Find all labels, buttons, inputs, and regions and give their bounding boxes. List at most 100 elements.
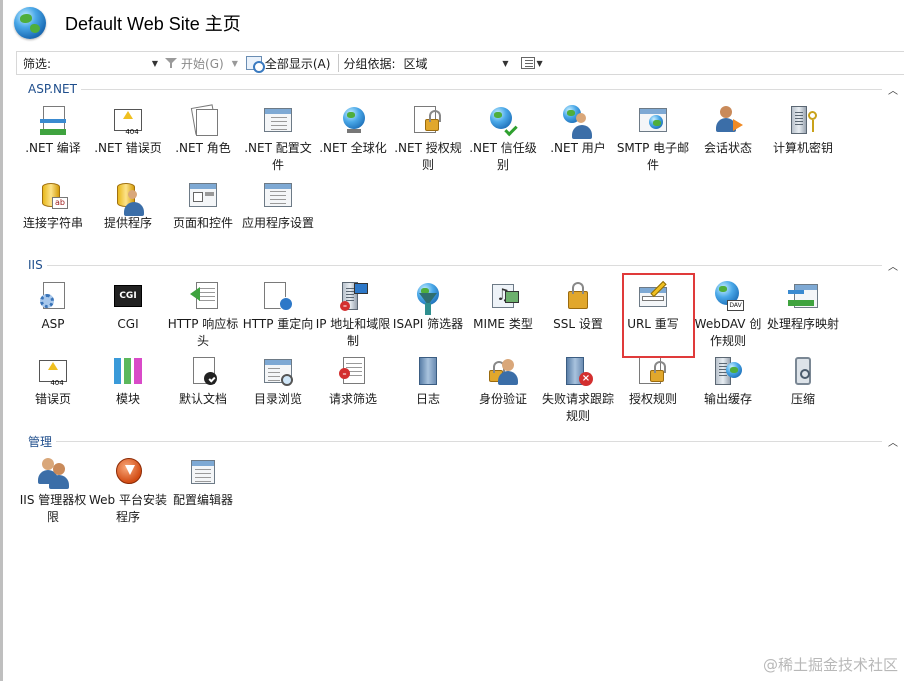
- feature-directory-browsing[interactable]: 目录浏览: [240, 354, 316, 408]
- feature-providers[interactable]: 提供程序: [90, 178, 166, 232]
- failed-request-tracing-icon: ×: [561, 354, 595, 388]
- globe-icon: [14, 7, 46, 39]
- group-by-select[interactable]: 区域 ▼: [401, 55, 513, 72]
- feature-net-authorization-rules[interactable]: .NET 授权规则: [390, 103, 466, 174]
- feature-label: 授权规则: [628, 392, 677, 406]
- feature-label: WebDAV 创作规则: [694, 317, 762, 348]
- section-header-iis[interactable]: IIS ︿: [28, 258, 898, 273]
- feature-failed-request-tracing[interactable]: × 失败请求跟踪规则: [540, 354, 616, 425]
- feature-cgi[interactable]: CGI CGI: [90, 279, 166, 333]
- section-divider: [56, 440, 882, 442]
- feature-mime-types[interactable]: MIME 类型: [465, 279, 541, 333]
- output-caching-icon: [711, 354, 745, 388]
- feature-net-profile[interactable]: .NET 配置文件: [240, 103, 316, 174]
- filter-input[interactable]: ▼: [51, 53, 161, 73]
- pages-controls-icon: [186, 178, 220, 212]
- feature-isapi-filters[interactable]: ISAPI 筛选器: [390, 279, 466, 333]
- feature-net-globalization[interactable]: .NET 全球化: [315, 103, 391, 157]
- feature-request-filtering[interactable]: – 请求筛选: [315, 354, 391, 408]
- feature-compression[interactable]: 压缩: [765, 354, 841, 408]
- feature-modules[interactable]: 模块: [90, 354, 166, 408]
- configuration-editor-icon: [186, 455, 220, 489]
- feature-label: Web 平台安装程序: [89, 493, 167, 524]
- session-state-icon: [711, 103, 745, 137]
- feature-logging[interactable]: 日志: [390, 354, 466, 408]
- show-all-button[interactable]: 全部显示(A): [242, 52, 335, 74]
- handler-mappings-icon: [786, 279, 820, 313]
- feature-iis-manager-permissions[interactable]: IIS 管理器权限: [15, 455, 91, 526]
- feature-app-settings[interactable]: 应用程序设置: [240, 178, 316, 232]
- net-roles-icon: [186, 103, 220, 137]
- feature-net-compile[interactable]: .NET 编译: [15, 103, 91, 157]
- funnel-icon: [165, 57, 178, 69]
- app-settings-icon: [261, 178, 295, 212]
- feature-label: .NET 全球化: [319, 141, 387, 155]
- collapse-icon[interactable]: ︿: [888, 82, 898, 97]
- feature-http-response-headers[interactable]: HTTP 响应标头: [165, 279, 241, 350]
- chevron-down-icon[interactable]: ▼: [152, 59, 158, 68]
- compression-icon: [786, 354, 820, 388]
- feature-label: CGI: [117, 317, 139, 331]
- feature-webdav-authoring[interactable]: DAV WebDAV 创作规则: [690, 279, 766, 350]
- collapse-icon[interactable]: ︿: [888, 434, 898, 449]
- feature-connection-strings[interactable]: ab 连接字符串: [15, 178, 91, 232]
- feature-label: 默认文档: [178, 392, 227, 406]
- start-filter-button[interactable]: 开始(G) ▼: [161, 52, 242, 74]
- feature-ip-domain-restrictions[interactable]: – IP 地址和域限制: [315, 279, 391, 350]
- iis-manager-permissions-icon: [36, 455, 70, 489]
- feature-label: .NET 配置文件: [244, 141, 312, 172]
- show-all-icon: [245, 56, 265, 73]
- feature-authorization-rules[interactable]: 授权规则: [615, 354, 691, 408]
- feature-web-platform-installer[interactable]: Web 平台安装程序: [89, 455, 167, 526]
- feature-machine-key[interactable]: 计算机密钥: [765, 103, 841, 157]
- feature-net-error-pages[interactable]: 404 .NET 错误页: [90, 103, 166, 157]
- feature-authentication[interactable]: 身份验证: [465, 354, 541, 408]
- feature-label: 身份验证: [478, 392, 527, 406]
- chevron-down-icon[interactable]: ▼: [502, 59, 508, 68]
- feature-label: .NET 错误页: [94, 141, 162, 155]
- feature-default-document[interactable]: 默认文档: [165, 354, 241, 408]
- ip-domain-restrictions-icon: –: [336, 279, 370, 313]
- default-document-icon: [186, 354, 220, 388]
- feature-handler-mappings[interactable]: 处理程序映射: [765, 279, 841, 333]
- authentication-icon: [486, 354, 520, 388]
- feature-asp[interactable]: ASP: [15, 279, 91, 333]
- view-dropdown-icon[interactable]: ▼: [537, 59, 543, 68]
- feature-label: 提供程序: [103, 216, 152, 230]
- section-header-aspnet[interactable]: ASP.NET ︿: [28, 82, 898, 97]
- feature-label: 处理程序映射: [766, 317, 839, 331]
- modules-icon: [111, 354, 145, 388]
- start-dropdown-icon[interactable]: ▼: [232, 59, 238, 68]
- logging-icon: [411, 354, 445, 388]
- http-response-headers-icon: [186, 279, 220, 313]
- feature-label: .NET 编译: [25, 141, 81, 155]
- feature-configuration-editor[interactable]: 配置编辑器: [165, 455, 241, 509]
- feature-ssl-settings[interactable]: SSL 设置: [540, 279, 616, 333]
- feature-label: 计算机密钥: [772, 141, 833, 155]
- feature-label: 请求筛选: [328, 392, 377, 406]
- feature-error-pages[interactable]: 404 错误页: [15, 354, 91, 408]
- feature-net-trust-levels[interactable]: .NET 信任级别: [465, 103, 541, 174]
- feature-session-state[interactable]: 会话状态: [690, 103, 766, 157]
- section-header-management[interactable]: 管理 ︿: [28, 434, 898, 449]
- feature-output-caching[interactable]: 输出缓存: [690, 354, 766, 408]
- request-filtering-icon: –: [336, 354, 370, 388]
- feature-pages-controls[interactable]: 页面和控件: [165, 178, 241, 232]
- feature-label: ASP: [41, 317, 65, 331]
- feature-net-users[interactable]: .NET 用户: [540, 103, 616, 157]
- net-users-icon: [561, 103, 595, 139]
- machine-key-icon: [786, 103, 820, 137]
- providers-icon: [111, 178, 145, 216]
- feature-net-roles[interactable]: .NET 角色: [165, 103, 241, 157]
- section-title: IIS: [28, 258, 43, 272]
- feature-http-redirect[interactable]: HTTP 重定向: [240, 279, 316, 333]
- feature-label: 目录浏览: [253, 392, 302, 406]
- view-mode-icon[interactable]: [520, 57, 535, 69]
- filter-toolbar: 筛选: ▼ 开始(G) ▼ 全部显示(A) 分组依据: 区域 ▼ ▼: [16, 51, 904, 75]
- net-profile-icon: [261, 103, 295, 137]
- collapse-icon[interactable]: ︿: [888, 258, 898, 273]
- feature-smtp-email[interactable]: SMTP 电子邮件: [615, 103, 691, 174]
- feature-label: 压缩: [790, 392, 815, 406]
- feature-label: .NET 信任级别: [469, 141, 537, 172]
- page-title: Default Web Site 主页: [65, 14, 241, 34]
